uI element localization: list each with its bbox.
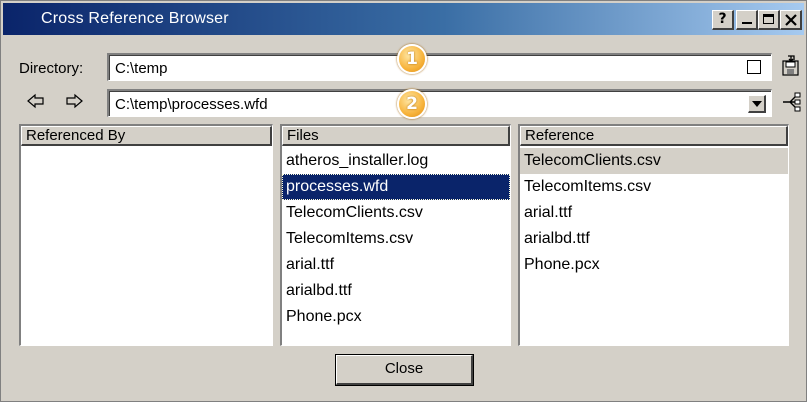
dropdown-button[interactable]: [748, 95, 766, 113]
reference-header[interactable]: Reference: [520, 126, 788, 146]
maximize-icon[interactable]: [758, 10, 780, 30]
forward-arrow-icon[interactable]: [65, 93, 83, 109]
list-item[interactable]: TelecomItems.csv: [520, 174, 788, 200]
dropdown-arrow-icon: [752, 101, 762, 107]
list-item[interactable]: TelecomItems.csv: [282, 226, 510, 252]
list-item[interactable]: processes.wfd: [282, 174, 510, 200]
referenced-by-header[interactable]: Referenced By: [21, 126, 272, 146]
callout-1: 1: [397, 44, 427, 74]
tree-icon[interactable]: [780, 91, 802, 113]
file-path-combo[interactable]: C:\temp\processes.wfd: [107, 89, 772, 117]
help-icon[interactable]: ?: [712, 10, 734, 30]
list-item[interactable]: arialbd.ttf: [282, 278, 510, 304]
reference-list[interactable]: TelecomClients.csv TelecomItems.csv arial.…: [520, 148, 788, 278]
reference-panel[interactable]: Reference TelecomClients.csv TelecomItems…: [518, 124, 789, 346]
close-icon[interactable]: [780, 10, 802, 30]
files-list[interactable]: atheros_installer.log processes.wfd Teleco…: [282, 148, 510, 330]
list-item[interactable]: TelecomClients.csv: [282, 200, 510, 226]
directory-value: C:\temp: [115, 60, 168, 77]
list-item[interactable]: TelecomClients.csv: [520, 148, 788, 174]
window-title: Cross Reference Browser: [41, 10, 229, 27]
list-item[interactable]: Phone.pcx: [520, 252, 788, 278]
back-arrow-icon[interactable]: [27, 93, 45, 109]
list-item[interactable]: arial.ttf: [520, 200, 788, 226]
close-button[interactable]: Close: [336, 355, 473, 385]
minimize-icon[interactable]: [736, 10, 758, 30]
files-header[interactable]: Files: [282, 126, 510, 146]
directory-field[interactable]: C:\temp: [107, 53, 772, 81]
list-item[interactable]: atheros_installer.log: [282, 148, 510, 174]
browse-icon[interactable]: [747, 60, 761, 74]
cross-reference-browser-window: Cross Reference Browser ? Directory: C:\…: [0, 0, 807, 402]
file-path-value: C:\temp\processes.wfd: [115, 96, 268, 113]
list-item[interactable]: arial.ttf: [282, 252, 510, 278]
directory-label: Directory:: [19, 60, 84, 77]
callout-2: 2: [397, 89, 427, 119]
list-item[interactable]: arialbd.ttf: [520, 226, 788, 252]
list-item[interactable]: Phone.pcx: [282, 304, 510, 330]
save-icon[interactable]: [781, 55, 801, 77]
title-bar[interactable]: Cross Reference Browser ?: [3, 3, 804, 35]
files-panel[interactable]: Files atheros_installer.log processes.wfd…: [280, 124, 511, 346]
referenced-by-panel[interactable]: Referenced By: [19, 124, 273, 346]
